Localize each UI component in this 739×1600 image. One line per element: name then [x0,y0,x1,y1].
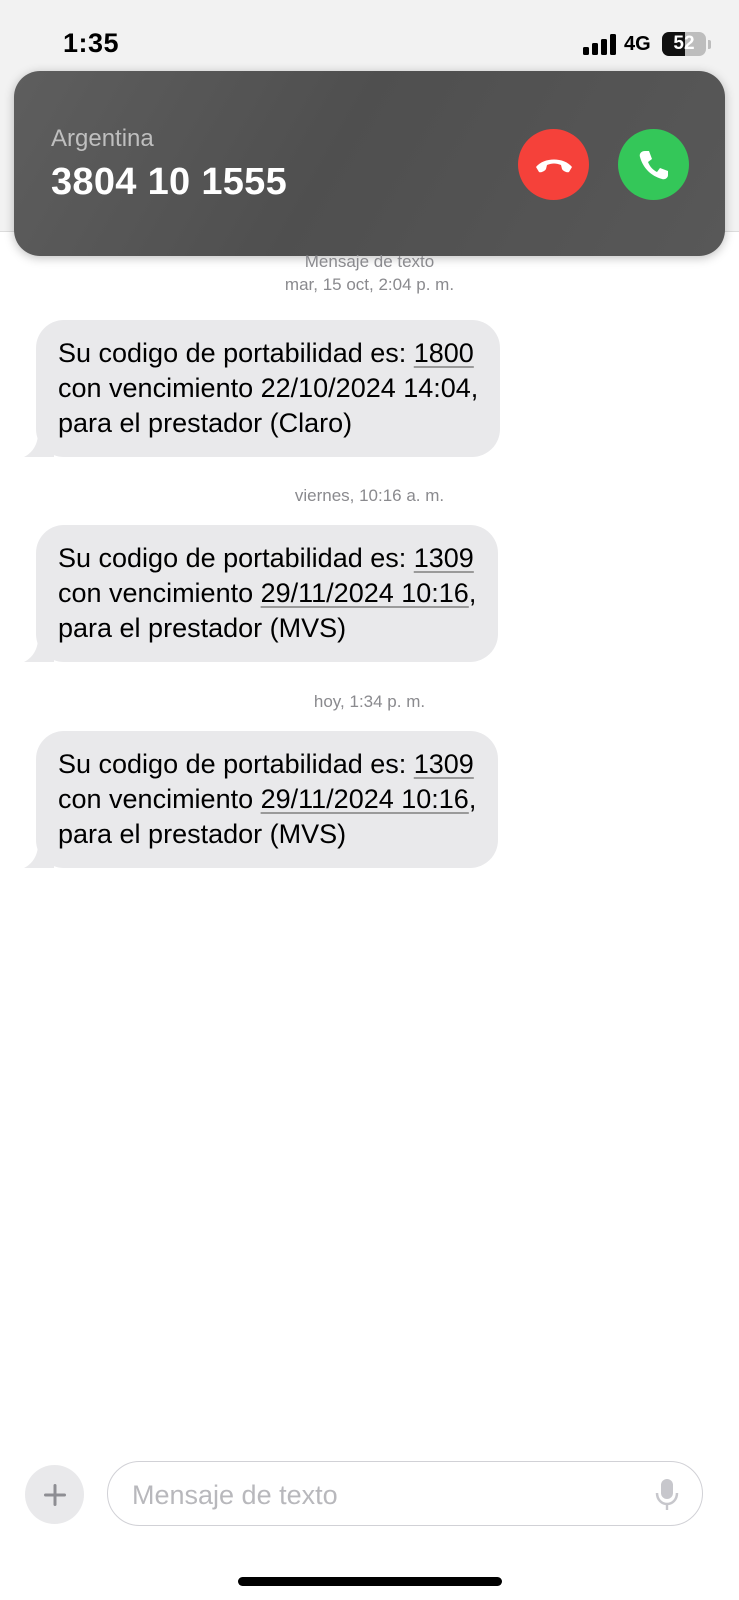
message-timestamp: mar, 15 oct, 2:04 p. m. [284,275,455,294]
status-time: 1:35 [63,28,120,58]
message-line: con vencimiento 29/11/2024 10:16, [58,782,476,817]
phone-down-icon [535,159,572,172]
message-line: Su codigo de portabilidad es: 1309 [58,541,476,576]
accept-call-button[interactable] [618,129,689,200]
home-indicator[interactable] [238,1577,502,1586]
message-input[interactable]: Mensaje de texto [107,1461,703,1526]
message-text: para el prestador (Claro) [58,408,353,438]
message-bubble[interactable]: Su codigo de portabilidad es: 1800 con v… [24,320,501,457]
battery-nub [708,40,711,49]
bubble-tail [24,638,54,662]
message-line: Su codigo de portabilidad es: 1800 [58,336,478,371]
message-text: para el prestador (MVS) [58,613,347,643]
status-bar: 1:35 4G 52 [0,0,739,70]
message-text: para el prestador (MVS) [58,819,347,849]
plus-icon [43,1483,66,1506]
message-line: Su codigo de portabilidad es: 1309 [58,747,476,782]
decline-call-button[interactable] [518,129,589,200]
message-input-placeholder: Mensaje de texto [132,1480,338,1510]
message-text: con vencimiento [58,578,261,608]
caller-region: Argentina [51,125,154,152]
incoming-call-banner[interactable]: Argentina 3804 10 1555 [14,71,725,256]
message-bubble[interactable]: Su codigo de portabilidad es: 1309 con v… [24,731,499,868]
message-text: Su codigo de portabilidad es: [58,749,414,779]
microphone-icon[interactable] [654,1478,680,1512]
caller-number: 3804 10 1555 [51,161,288,203]
battery-icon: 52 [662,32,706,56]
portability-code-link[interactable]: 1800 [414,338,474,368]
message-text: , [468,578,477,608]
message-timestamp: viernes, 10:16 a. m. [294,486,445,505]
add-attachment-button[interactable] [25,1465,84,1524]
expiry-date: 22/10/2024 14:04, [260,373,479,403]
message-text: con vencimiento [58,373,261,403]
portability-code-link[interactable]: 1309 [414,543,474,573]
message-line: con vencimiento 22/10/2024 14:04, [58,371,478,406]
message-text: Su codigo de portabilidad es: [58,338,414,368]
message-text: con vencimiento [58,784,261,814]
message-bubble[interactable]: Su codigo de portabilidad es: 1309 con v… [24,525,499,662]
battery-level: 52 [673,33,695,54]
message-text: Su codigo de portabilidad es: [58,543,414,573]
message-timestamp: hoy, 1:34 p. m. [313,692,426,711]
bubble-tail [24,433,54,457]
network-type: 4G [624,33,651,55]
bubble-tail [24,844,54,868]
expiry-date-link[interactable]: 29/11/2024 10:16 [261,578,469,608]
phone-icon [639,150,668,179]
message-line: con vencimiento 29/11/2024 10:16, [58,576,476,611]
cellular-signal-icon [583,33,619,55]
conversation-header-label: Mensaje de texto [304,252,435,271]
expiry-date-link[interactable]: 29/11/2024 10:16 [261,784,469,814]
message-text: , [468,784,477,814]
portability-code-link[interactable]: 1309 [414,749,474,779]
